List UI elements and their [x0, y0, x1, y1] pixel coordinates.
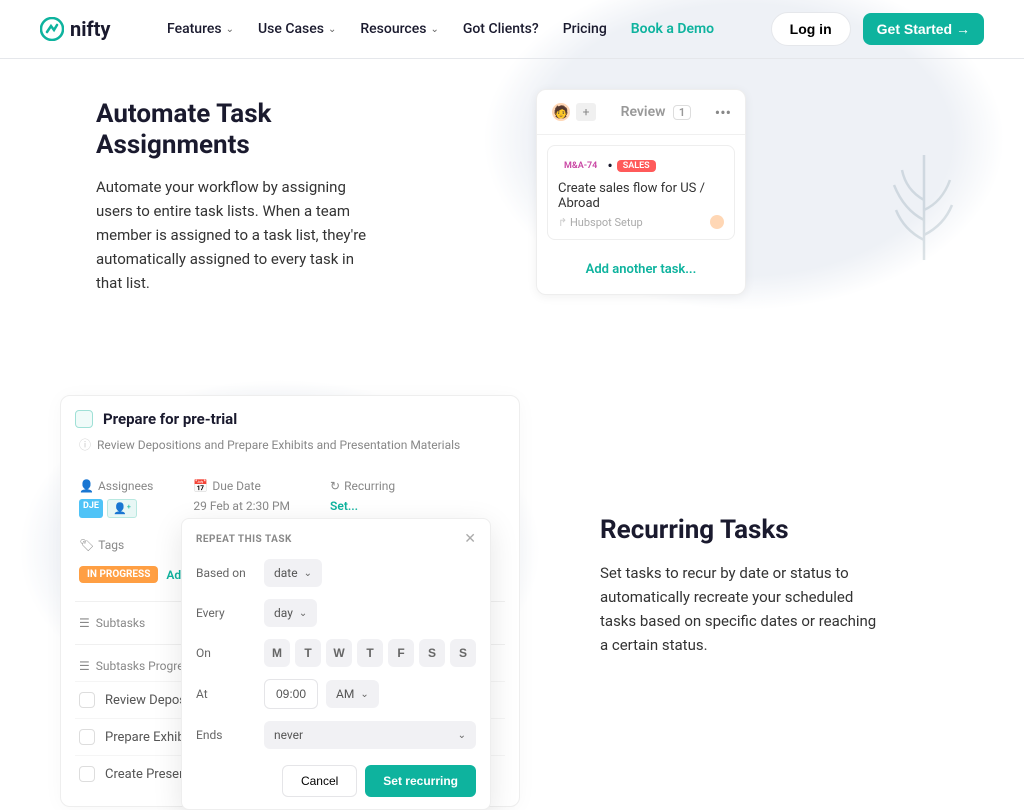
subtask-name: Hubspot Setup [570, 216, 643, 229]
tags-label: 🏷Tags [79, 538, 124, 552]
nifty-logo-icon [40, 17, 64, 41]
avatar: 🧑 [551, 102, 571, 122]
day-sat-button[interactable]: S [419, 639, 445, 667]
every-label: Every [196, 606, 256, 620]
subtask-arrow-icon: ↱ [558, 216, 567, 229]
section2-body: Set tasks to recur by date or status to … [600, 561, 880, 657]
set-recurring-button[interactable]: Set recurring [365, 765, 476, 797]
nav-book-demo[interactable]: Book a Demo [631, 21, 714, 37]
chevron-down-icon: ⌄ [328, 24, 336, 35]
logo[interactable]: nifty [40, 17, 111, 41]
nav-features[interactable]: Features⌄ [167, 21, 234, 37]
task-count-badge: 1 [673, 105, 691, 120]
task-title: Prepare for pre-trial [103, 410, 237, 428]
assignee-avatars: 🧑 + [551, 102, 597, 122]
based-on-label: Based on [196, 566, 256, 580]
nav-use-cases[interactable]: Use Cases⌄ [258, 21, 336, 37]
tag-icon: 🏷 [79, 538, 94, 552]
list-icon: ☰ [79, 616, 90, 630]
on-label: On [196, 646, 256, 660]
day-wed-button[interactable]: W [326, 639, 352, 667]
day-sun-button[interactable]: S [450, 639, 476, 667]
nav-pricing[interactable]: Pricing [563, 21, 607, 37]
status-tag[interactable]: IN PROGRESS [79, 566, 158, 583]
login-button[interactable]: Log in [771, 12, 851, 46]
chevron-down-icon: ⌄ [299, 608, 307, 619]
task-complete-checkbox[interactable] [75, 410, 93, 428]
info-icon: ⓘ [79, 436, 91, 453]
ends-label: Ends [196, 728, 256, 742]
assignees-label: 👤Assignees [79, 479, 153, 493]
task-title: Create sales flow for US / Abroad [558, 181, 724, 211]
day-mon-button[interactable]: M [264, 639, 290, 667]
brand-text: nifty [70, 17, 111, 41]
chevron-down-icon: ⌄ [360, 689, 368, 700]
column-title: Review 1 [597, 104, 715, 120]
duedate-value[interactable]: 29 Feb at 2:30 PM [193, 499, 290, 513]
assignee-chip[interactable]: DJE [79, 499, 103, 518]
task-id-tag: M&A-74 [558, 160, 603, 172]
cancel-button[interactable]: Cancel [282, 765, 357, 797]
day-fri-button[interactable]: F [388, 639, 414, 667]
chevron-down-icon: ⌄ [430, 24, 438, 35]
nav-resources[interactable]: Resources⌄ [360, 21, 438, 37]
subtask-checkbox[interactable] [79, 766, 95, 782]
add-task-link[interactable]: Add another task... [537, 250, 745, 289]
subtask-checkbox[interactable] [79, 729, 95, 745]
repeat-task-modal: REPEAT THIS TASK ✕ Based on date⌄ Every … [181, 518, 491, 810]
duedate-label: 📅Due Date [193, 479, 290, 493]
section2-heading: Recurring Tasks [600, 515, 880, 546]
more-options-icon[interactable]: ••• [715, 103, 731, 122]
add-assignee-button[interactable]: 👤⁺ [107, 499, 137, 518]
every-select[interactable]: day⌄ [264, 599, 317, 627]
ends-select[interactable]: never⌄ [264, 721, 476, 749]
subtask-checkbox[interactable] [79, 692, 95, 708]
section1-heading: Automate Task Assignments [96, 99, 376, 161]
task-label-tag: SALES [617, 160, 656, 172]
chevron-down-icon: ⌄ [226, 24, 234, 35]
based-on-select[interactable]: date⌄ [264, 559, 322, 587]
top-nav: nifty Features⌄ Use Cases⌄ Resources⌄ Go… [0, 0, 1024, 59]
section1-body: Automate your workflow by assigning user… [96, 175, 376, 295]
nav-got-clients[interactable]: Got Clients? [463, 21, 539, 37]
modal-title: REPEAT THIS TASK [196, 534, 292, 545]
recurring-label: ↻Recurring [330, 479, 395, 493]
recurring-icon: ↻ [330, 479, 340, 493]
day-buttons: M T W T F S S [264, 639, 476, 667]
set-recurring-link[interactable]: Set... [330, 499, 395, 513]
task-description: Review Depositions and Prepare Exhibits … [97, 438, 460, 452]
review-card: 🧑 + Review 1 ••• M&A-74 • SALES Create s… [536, 89, 746, 295]
chevron-down-icon: ⌄ [458, 730, 466, 741]
ampm-select[interactable]: AM⌄ [326, 680, 379, 708]
task-detail-panel: Prepare for pre-trial ⓘ Review Deposition… [60, 395, 520, 807]
at-label: At [196, 687, 256, 701]
time-input[interactable] [264, 679, 318, 709]
calendar-icon: 📅 [193, 479, 208, 493]
get-started-button[interactable]: Get Started → [863, 13, 984, 45]
avatar [710, 215, 724, 229]
add-assignee-icon[interactable]: + [575, 102, 597, 122]
list-icon: ☰ [79, 659, 90, 673]
chevron-down-icon: ⌄ [304, 568, 312, 579]
close-icon[interactable]: ✕ [464, 531, 476, 547]
task-card[interactable]: M&A-74 • SALES Create sales flow for US … [547, 145, 735, 240]
nav-links: Features⌄ Use Cases⌄ Resources⌄ Got Clie… [167, 21, 714, 37]
user-icon: 👤 [79, 479, 94, 493]
day-tue-button[interactable]: T [295, 639, 321, 667]
day-thu-button[interactable]: T [357, 639, 383, 667]
